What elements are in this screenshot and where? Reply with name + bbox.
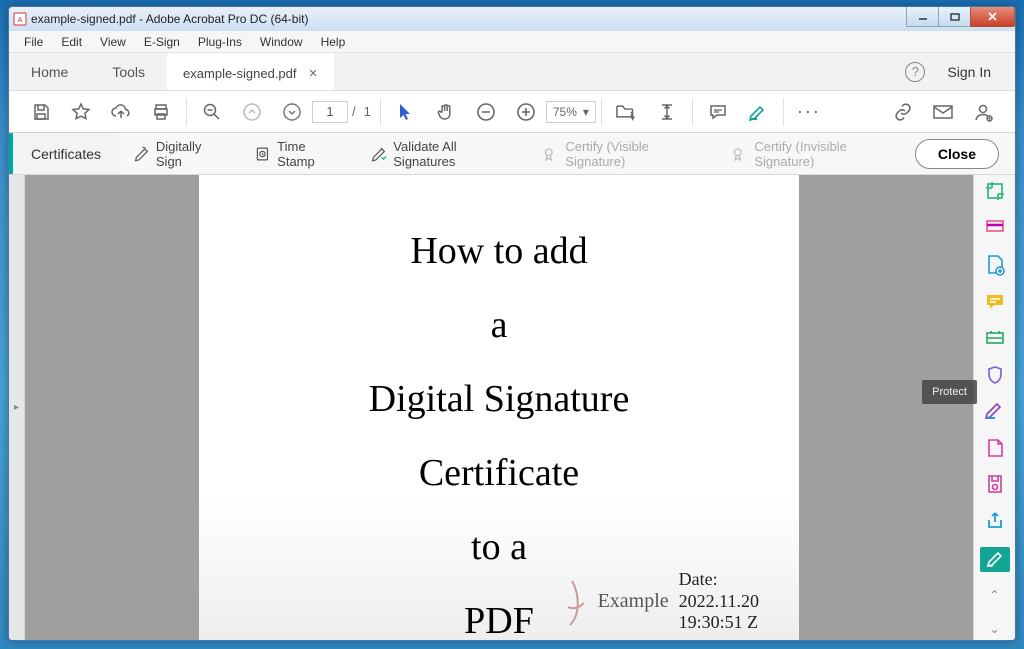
application-window: A example-signed.pdf - Adobe Acrobat Pro… bbox=[8, 6, 1016, 641]
save-icon[interactable] bbox=[28, 99, 54, 125]
cloud-upload-icon[interactable] bbox=[108, 99, 134, 125]
menu-edit[interactable]: Edit bbox=[52, 33, 91, 51]
current-page-input[interactable] bbox=[312, 101, 348, 123]
certify-invisible-button: Certify (Invisible Signature) bbox=[717, 133, 914, 174]
signature-date: Date: 2022.11.20 19:30:51 Z bbox=[679, 569, 759, 634]
certificates-label: Certificates bbox=[9, 133, 119, 174]
rail-scroll-up-icon[interactable]: ⌃ bbox=[989, 588, 999, 602]
menu-bar: File Edit View E-Sign Plug-Ins Window He… bbox=[9, 31, 1015, 53]
organize-tool-icon[interactable] bbox=[983, 437, 1007, 457]
protect-tool-icon[interactable] bbox=[983, 365, 1007, 385]
menu-plugins[interactable]: Plug-Ins bbox=[189, 33, 251, 51]
crop-tool-icon[interactable] bbox=[983, 181, 1007, 201]
sign-in-button[interactable]: Sign In bbox=[947, 64, 991, 80]
validate-signatures-button[interactable]: Validate All Signatures bbox=[356, 133, 528, 174]
tab-document-label: example-signed.pdf bbox=[183, 66, 296, 81]
doc-line-4: Certificate bbox=[239, 451, 759, 495]
fit-width-icon[interactable]: ▾ bbox=[614, 99, 640, 125]
print-icon[interactable] bbox=[148, 99, 174, 125]
page-up-icon[interactable] bbox=[239, 99, 265, 125]
signature-text: Example bbox=[598, 590, 669, 613]
comment-tool-icon[interactable] bbox=[983, 292, 1007, 312]
doc-line-1: How to add bbox=[239, 229, 759, 273]
comment-icon[interactable] bbox=[705, 99, 731, 125]
doc-line-2: a bbox=[239, 303, 759, 347]
window-title: example-signed.pdf - Adobe Acrobat Pro D… bbox=[31, 12, 308, 26]
certificates-toolbar: Certificates Digitally Sign Time Stamp V… bbox=[9, 133, 1015, 175]
top-nav-strip: Home Tools example-signed.pdf ✕ ? Sign I… bbox=[9, 53, 1015, 91]
tab-document-active[interactable]: example-signed.pdf ✕ bbox=[167, 53, 334, 90]
toolbar-separator bbox=[601, 98, 602, 126]
zoom-out-find-icon[interactable] bbox=[199, 99, 225, 125]
close-panel-button[interactable]: Close bbox=[915, 139, 999, 169]
maximize-button[interactable] bbox=[938, 7, 971, 27]
signature-block[interactable]: Example Date: 2022.11.20 19:30:51 Z bbox=[562, 569, 759, 634]
help-icon[interactable]: ? bbox=[905, 62, 925, 82]
doc-line-5: to a bbox=[239, 525, 759, 569]
sign-tool-icon[interactable] bbox=[983, 401, 1007, 421]
save-cloud-tool-icon[interactable] bbox=[983, 474, 1007, 494]
toolbar-separator bbox=[380, 98, 381, 126]
menu-window[interactable]: Window bbox=[251, 33, 312, 51]
signature-flourish-icon bbox=[562, 577, 588, 627]
close-window-button[interactable] bbox=[970, 7, 1015, 27]
title-bar: A example-signed.pdf - Adobe Acrobat Pro… bbox=[9, 7, 1015, 31]
menu-file[interactable]: File bbox=[15, 33, 52, 51]
document-viewport[interactable]: How to add a Digital Signature Certifica… bbox=[25, 175, 973, 640]
tab-tools[interactable]: Tools bbox=[90, 53, 167, 90]
create-pdf-icon[interactable] bbox=[983, 254, 1007, 276]
scroll-mode-icon[interactable] bbox=[654, 99, 680, 125]
highlighter-icon[interactable] bbox=[745, 99, 771, 125]
menu-esign[interactable]: E-Sign bbox=[135, 33, 189, 51]
mail-icon[interactable] bbox=[930, 99, 956, 125]
menu-help[interactable]: Help bbox=[312, 33, 355, 51]
zoom-out-icon[interactable] bbox=[473, 99, 499, 125]
export-tool-icon[interactable] bbox=[983, 217, 1007, 237]
doc-line-3: Digital Signature bbox=[239, 377, 759, 421]
pointer-tool-icon[interactable] bbox=[393, 99, 419, 125]
account-icon[interactable] bbox=[970, 99, 996, 125]
right-tools-rail: ⌃ ⌄ bbox=[973, 175, 1015, 640]
toolbar-separator bbox=[692, 98, 693, 126]
zoom-percent-dropdown[interactable]: 75% ▾ bbox=[546, 101, 596, 123]
pdf-page: How to add a Digital Signature Certifica… bbox=[199, 175, 799, 640]
rail-scroll-down-icon[interactable]: ⌄ bbox=[989, 622, 999, 636]
toolbar-separator bbox=[783, 98, 784, 126]
left-panel-expand[interactable]: ▸ bbox=[9, 175, 25, 640]
chevron-down-icon: ▾ bbox=[583, 105, 589, 119]
star-icon[interactable] bbox=[68, 99, 94, 125]
page-down-icon[interactable] bbox=[279, 99, 305, 125]
digitally-sign-button[interactable]: Digitally Sign bbox=[119, 133, 240, 174]
time-stamp-button[interactable]: Time Stamp bbox=[240, 133, 356, 174]
page-separator: / bbox=[348, 104, 360, 119]
window-buttons bbox=[907, 7, 1015, 29]
hand-tool-icon[interactable] bbox=[433, 99, 459, 125]
zoom-value: 75% bbox=[553, 105, 577, 119]
content-area: ▸ How to add a Digital Signature Certifi… bbox=[9, 175, 1015, 640]
main-toolbar: / 1 75% ▾ ▾ ··· bbox=[9, 91, 1015, 133]
svg-text:A: A bbox=[18, 17, 23, 24]
menu-view[interactable]: View bbox=[91, 33, 135, 51]
share-tool-icon[interactable] bbox=[983, 510, 1007, 530]
minimize-button[interactable] bbox=[906, 7, 939, 27]
pdf-file-icon: A bbox=[13, 12, 27, 26]
tooltip-protect: Protect bbox=[922, 380, 977, 404]
tab-home[interactable]: Home bbox=[9, 53, 90, 90]
link-icon[interactable] bbox=[890, 99, 916, 125]
total-pages: 1 bbox=[360, 104, 375, 119]
close-tab-icon[interactable]: ✕ bbox=[309, 67, 318, 80]
signature-tool-icon[interactable] bbox=[980, 547, 1010, 572]
scan-tool-icon[interactable] bbox=[983, 328, 1007, 348]
toolbar-separator bbox=[186, 98, 187, 126]
more-tools-icon[interactable]: ··· bbox=[796, 99, 822, 125]
zoom-in-icon[interactable] bbox=[513, 99, 539, 125]
certify-visible-button: Certify (Visible Signature) bbox=[528, 133, 717, 174]
